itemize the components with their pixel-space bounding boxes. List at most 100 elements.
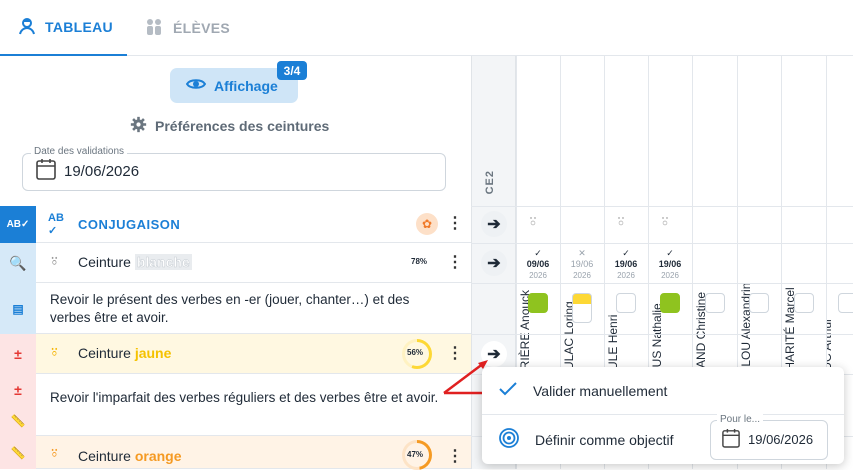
belt-icon: ⍤	[615, 211, 627, 233]
validation-date-value: 19/06/2026	[64, 162, 140, 180]
check-icon: ✓	[622, 248, 630, 258]
belt-badge-icon[interactable]: ✿	[416, 213, 438, 235]
belt-preferences-link[interactable]: Préférences des ceintures	[130, 116, 329, 136]
check-icon: ✓	[666, 248, 674, 258]
display-button-label: Affichage	[214, 77, 278, 94]
belt-icon: ⍤	[49, 443, 60, 463]
calendar-icon	[722, 428, 740, 451]
teacher-icon	[18, 17, 36, 38]
belt-icon: ⍤	[49, 251, 60, 271]
belt-color-word: orange	[134, 448, 182, 464]
belt-percent: 56%	[407, 348, 424, 357]
validation-date: 19/06	[570, 259, 594, 269]
belt-menu-icon[interactable]: ⋮	[447, 449, 463, 465]
sidebar-ruler-icon-2[interactable]: 📏	[0, 436, 36, 469]
progress-checkbox[interactable]	[705, 293, 725, 313]
plus-minus-icon: ±	[14, 346, 22, 362]
apply-row-arrow-button[interactable]: ➔	[481, 211, 507, 237]
apply-row-arrow-button[interactable]: ➔	[481, 250, 507, 276]
progress-checkbox[interactable]	[660, 293, 680, 313]
sidebar-search-doc-icon[interactable]: 🔍	[0, 243, 36, 283]
section-title: CONJUGAISON	[78, 217, 181, 232]
check-icon: ✓	[534, 248, 542, 258]
menu-item-validate-label: Valider manuellement	[533, 382, 668, 399]
validation-cell[interactable]: ✓ 09/06 2026	[520, 248, 556, 281]
progress-checkbox[interactable]	[749, 293, 769, 313]
tab-eleves-label: ÉLÈVES	[173, 20, 231, 36]
belt-description: Revoir le présent des verbes en -er (jou…	[50, 292, 410, 325]
progress-checkbox[interactable]	[616, 293, 636, 313]
objective-date-value: 19/06/2026	[748, 432, 814, 447]
students-icon	[144, 18, 164, 39]
belt-description: Revoir l'imparfait des verbes réguliers …	[50, 390, 439, 405]
validation-cell[interactable]: ✓ 19/06 2026	[608, 248, 644, 281]
sidebar-doc-check-icon[interactable]: ▤	[0, 283, 36, 334]
belt-icon: ⍤	[659, 211, 671, 233]
belt-prefix: Ceinture	[78, 448, 131, 464]
belt-menu-icon[interactable]: ⋮	[447, 255, 463, 271]
belt-row-orange: ⍤ Ceinture orange 47% ⋮	[36, 436, 471, 470]
section-row-conjugaison: AB ✓ CONJUGAISON ✿ ⋮	[36, 206, 471, 243]
top-tab-bar: TABLEAU ÉLÈVES	[0, 0, 853, 56]
sidebar-plus-minus-icon[interactable]: ±	[0, 334, 36, 374]
menu-item-validate[interactable]: Valider manuellement	[482, 367, 844, 415]
progress-checkbox[interactable]	[528, 293, 548, 313]
belt-prefix: Ceinture	[78, 345, 131, 361]
belt-icon: ⍤	[527, 211, 539, 233]
validation-year: 2026	[661, 271, 679, 280]
ruler-icon: 📏	[10, 413, 26, 428]
ab-check-icon: AB✓	[6, 219, 30, 230]
belt-description-row: Revoir le présent des verbes en -er (jou…	[36, 283, 471, 334]
tab-tableau[interactable]: TABLEAU	[0, 0, 127, 56]
progress-checkbox[interactable]	[838, 293, 853, 313]
ab-check-icon: AB✓	[48, 212, 64, 237]
tab-tableau-label: TABLEAU	[45, 19, 113, 35]
ruler-icon: 📏	[10, 445, 26, 460]
belt-row-blanche: ⍤ Ceinture blanche 78% ⋮	[36, 243, 471, 283]
validation-year: 2026	[573, 271, 591, 280]
belt-title: Ceinture jaune	[78, 345, 171, 361]
validation-date: 19/06	[614, 259, 638, 269]
objective-date-label: Pour le...	[717, 414, 764, 425]
eye-icon	[185, 77, 207, 94]
cross-icon: ✕	[578, 248, 586, 258]
validation-date-label: Date des validations	[31, 146, 128, 157]
validation-date: 09/06	[526, 259, 550, 269]
validation-cell[interactable]: ✓ 19/06 2026	[652, 248, 688, 281]
menu-item-objective-label: Définir comme objectif	[535, 431, 674, 448]
sidebar-conjugaison-icon[interactable]: AB✓	[0, 206, 36, 243]
target-icon	[499, 428, 519, 451]
search-doc-icon: 🔍	[9, 254, 27, 271]
class-label: CE2	[484, 170, 496, 195]
validation-date: 19/06	[658, 259, 682, 269]
objective-date-content: 19/06/2026	[722, 428, 813, 451]
validation-year: 2026	[617, 271, 635, 280]
plus-minus-icon: ±	[14, 381, 22, 398]
belt-title: Ceinture orange	[78, 448, 182, 464]
check-icon	[499, 382, 517, 399]
section-menu-icon[interactable]: ⋮	[447, 216, 463, 232]
doc-check-icon: ▤	[12, 301, 24, 316]
validation-cell[interactable]: ✕ 19/06 2026	[564, 248, 600, 281]
belt-color-word: jaune	[134, 345, 172, 361]
belt-percent: 78%	[411, 257, 428, 266]
belt-icon: ⍤	[49, 342, 60, 362]
belt-description-row: Revoir l'imparfait des verbes réguliers …	[36, 374, 471, 436]
validation-date-content: 19/06/2026	[36, 158, 139, 184]
validation-year: 2026	[529, 271, 547, 280]
tab-eleves[interactable]: ÉLÈVES	[144, 0, 230, 56]
sidebar-ruler-icon[interactable]: 📏	[0, 405, 36, 436]
sidebar-plus-minus-icon-2[interactable]: ±	[0, 374, 36, 405]
belt-title: Ceinture blanche	[78, 254, 192, 270]
calendar-icon	[36, 158, 56, 184]
class-column-header: CE2	[484, 170, 498, 200]
belt-row-jaune: ⍤ Ceinture jaune 56% ⋮	[36, 334, 471, 374]
gear-icon	[130, 116, 147, 136]
belt-percent: 47%	[407, 450, 424, 459]
belt-preferences-label: Préférences des ceintures	[155, 118, 330, 134]
display-count-badge: 3/4	[277, 61, 307, 80]
belt-prefix: Ceinture	[78, 254, 131, 270]
progress-checkbox[interactable]	[794, 293, 814, 313]
belt-color-word: blanche	[134, 254, 192, 270]
progress-checkbox[interactable]	[572, 293, 592, 323]
